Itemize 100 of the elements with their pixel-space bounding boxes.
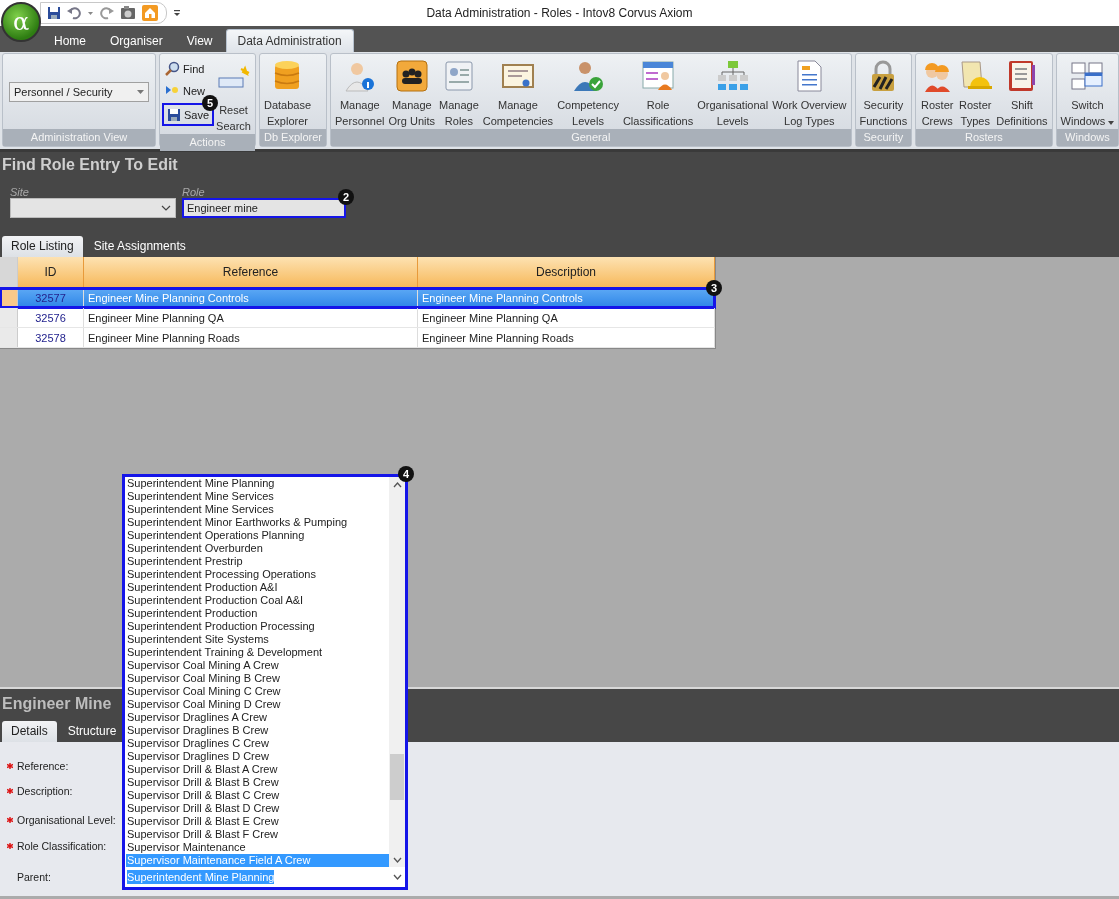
person-check-icon	[571, 59, 605, 93]
list-item[interactable]: Supervisor Drill & Blast D Crew	[126, 802, 389, 815]
ribbon-button[interactable]: Switch Windows	[1058, 56, 1117, 129]
chevron-up-icon[interactable]	[392, 482, 402, 488]
list-item[interactable]: Superintendent Minor Earthworks & Pumping	[126, 516, 389, 529]
list-item[interactable]: Supervisor Draglines B Crew	[126, 724, 389, 737]
field-label: Organisational Level:	[17, 813, 116, 826]
row-header	[0, 257, 18, 287]
field-label: Site	[10, 186, 30, 198]
ribbon-button[interactable]: Security Functions	[857, 56, 910, 129]
table-cell: 32578	[18, 328, 84, 347]
list-item[interactable]: Superintendent Production Processing	[126, 620, 389, 633]
chevron-down-icon[interactable]	[392, 857, 402, 863]
ribbon-button[interactable]: Organisational Levels	[695, 56, 771, 129]
field-label: Reference:	[17, 759, 69, 772]
org-chart-icon	[715, 59, 750, 93]
details-tab[interactable]: Structure	[58, 721, 126, 742]
panel-title: Find Role Entry To Edit	[2, 156, 179, 174]
table-row[interactable]: 32578 Engineer Mine Planning Roads Engineer Mine Planning Roads	[0, 328, 715, 348]
list-item[interactable]: Supervisor Draglines C Crew	[126, 737, 389, 750]
table-row[interactable]: 32576 Engineer Mine Planning QA Engineer Mine Planning QA	[0, 308, 715, 328]
details-tab[interactable]: Details	[2, 721, 57, 742]
list-item[interactable]: Supervisor Drill & Blast A Crew	[126, 763, 389, 776]
ribbon-button[interactable]: Shift Definitions	[994, 56, 1050, 129]
content-tab[interactable]: Site Assignments	[84, 236, 195, 257]
group-label: Administration View	[3, 129, 155, 146]
people-icon	[394, 59, 429, 93]
group-label: Windows	[1056, 129, 1119, 146]
ribbon-button[interactable]: Role Classifications	[620, 56, 696, 129]
ribbon-button[interactable]: Roster Types	[956, 56, 995, 129]
group-label: Security	[855, 129, 912, 146]
list-item[interactable]: Superintendent Overburden	[126, 542, 389, 555]
field-label: Role	[182, 186, 206, 198]
ribbon-button[interactable]: Manage Roles	[437, 56, 481, 129]
chevron-down-icon	[393, 874, 402, 880]
table-cell: 32576	[18, 308, 84, 327]
callout-badge: 3	[706, 280, 722, 296]
caret-icon	[137, 90, 144, 94]
group-label: Db Explorer	[259, 129, 326, 146]
list-item[interactable]: Superintendent Production	[126, 607, 389, 620]
chevron-down-icon	[161, 205, 171, 211]
ribbon-tab[interactable]: View	[175, 30, 224, 52]
list-item[interactable]: Supervisor Coal Mining B Crew	[126, 672, 389, 685]
ribbon-button[interactable]: Work Overview Log Types	[770, 56, 849, 129]
required-icon	[7, 787, 13, 794]
redo-icon[interactable]	[100, 6, 114, 20]
list-item[interactable]: Supervisor Drill & Blast B Crew	[126, 776, 389, 789]
list-item[interactable]: Supervisor Drill & Blast C Crew	[126, 789, 389, 802]
ribbon-button[interactable]: Database Explorer	[261, 56, 314, 129]
list-item[interactable]: Superintendent Prestrip	[126, 555, 389, 568]
save-icon[interactable]	[47, 6, 61, 20]
ribbon-tab[interactable]: Organiser	[99, 30, 174, 52]
save-icon	[167, 107, 181, 122]
list-item[interactable]: Superintendent Training & Development	[126, 646, 389, 659]
list-item[interactable]: Superintendent Mine Services	[126, 503, 389, 516]
list-item[interactable]: Supervisor Coal Mining A Crew	[126, 659, 389, 672]
camera-icon[interactable]	[120, 5, 136, 21]
table-cell: Engineer Mine Planning QA	[418, 308, 715, 327]
list-item[interactable]: Supervisor Drill & Blast F Crew	[126, 828, 389, 841]
home-icon[interactable]	[142, 5, 158, 21]
ribbon-button[interactable]: Find	[162, 59, 215, 78]
ribbon-button[interactable]: Manage Org Units	[386, 56, 438, 129]
list-item[interactable]: Superintendent Mine Planning	[126, 477, 389, 490]
ribbon-button[interactable]: Competency Levels	[555, 56, 621, 129]
customize-icon[interactable]	[173, 8, 181, 18]
scroll-thumb[interactable]	[390, 754, 404, 800]
list-item[interactable]: Superintendent Site Systems	[126, 633, 389, 646]
required-icon	[7, 816, 13, 823]
table-cell: Engineer Mine Planning Roads	[418, 328, 715, 347]
ribbon-button[interactable]: Roster Crews	[918, 56, 957, 129]
list-item[interactable]: Supervisor Draglines D Crew	[126, 750, 389, 763]
window-title: Data Administration - Roles - Intov8 Corvus Axiom	[426, 6, 693, 20]
ribbon-tab[interactable]: Data Administration	[225, 29, 354, 52]
scrollbar[interactable]	[389, 477, 405, 867]
list-item[interactable]: Supervisor Maintenance	[126, 841, 389, 854]
list-item[interactable]: Superintendent Operations Planning	[126, 529, 389, 542]
content-tab[interactable]: Role Listing	[2, 236, 83, 257]
field-label: Parent:	[17, 870, 51, 883]
list-item[interactable]: Superintendent Production Coal A&I	[126, 594, 389, 607]
list-item[interactable]: Supervisor Drill & Blast E Crew	[126, 815, 389, 828]
person-list-icon	[641, 59, 676, 93]
field-label: Role Classification:	[17, 839, 107, 852]
callout-badge: 5	[202, 95, 218, 111]
group-label: General	[331, 129, 851, 146]
view-dropdown[interactable]: Personnel / Security	[9, 82, 149, 102]
ribbon-tab[interactable]: Home	[43, 30, 97, 52]
group-label: Actions	[160, 134, 255, 151]
list-item[interactable]: Superintendent Production A&I	[126, 581, 389, 594]
ribbon-button[interactable]: Manage Personnel	[333, 56, 387, 129]
undo-icon[interactable]	[67, 6, 81, 20]
table-cell: Engineer Mine Planning Roads	[84, 328, 418, 347]
ribbon-button[interactable]: Manage Competencies	[480, 56, 556, 129]
list-item[interactable]: Superintendent Mine Services	[126, 490, 389, 503]
list-item[interactable]: Supervisor Coal Mining D Crew	[126, 698, 389, 711]
table-cell: 32577	[18, 288, 84, 307]
list-item[interactable]: Superintendent Processing Operations	[126, 568, 389, 581]
required-icon	[7, 842, 13, 849]
search-icon	[165, 61, 180, 76]
field-label: Description:	[17, 784, 73, 797]
callout-badge: 2	[338, 189, 354, 205]
